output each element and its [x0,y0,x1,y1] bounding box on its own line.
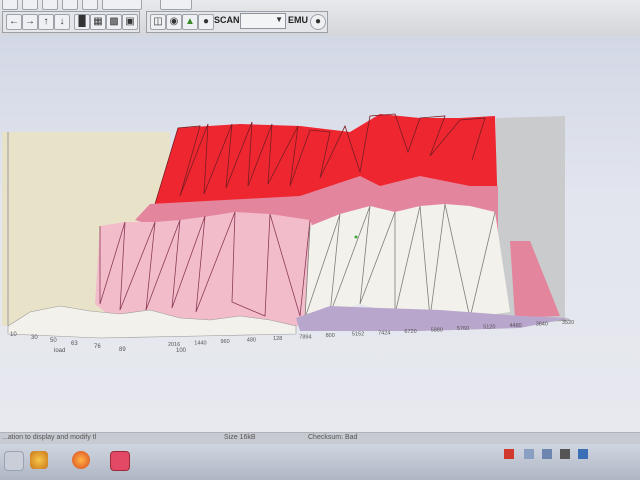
warning-icon[interactable] [504,449,514,459]
z-tick-label: 5120 [483,324,495,330]
z-tick-label: 3840 [536,322,548,328]
z-tick-label: 480 [247,338,256,344]
grid-icon[interactable]: ▦ [90,14,106,30]
taskbar [0,444,640,480]
graph-icon[interactable]: ▲ [182,14,198,30]
arrow-right-icon[interactable]: → [22,14,38,30]
surface-3d-chart: 10 30 50 63 76 89 load 2016 1440 960 480 128 7894 8… [2,113,574,354]
save-icon[interactable]: ▣ [122,14,138,30]
toolbar-field[interactable] [160,0,192,10]
status-checksum: Checksum: Bad [308,434,358,441]
z-tick-label: 1440 [194,341,206,347]
z-tick-label: 128 [273,336,282,342]
x-tick-label: 50 [50,338,57,344]
toolbar-field[interactable] [102,0,142,10]
chevron-down-icon: ▼ [275,15,283,24]
z-tick-label: 5760 [457,326,469,332]
volume-icon[interactable] [560,449,570,459]
z-tick-label: 7424 [378,330,390,336]
x-tick-label: 76 [94,344,101,350]
z-tick-label: 5152 [352,332,364,338]
toolbar-button[interactable] [2,0,18,10]
arrow-up-icon[interactable]: ↑ [38,14,54,30]
x-tick-label: 30 [31,335,38,341]
arrow-left-icon[interactable]: ← [6,14,22,30]
record-icon[interactable]: ● [198,14,214,30]
table-icon[interactable]: ▩ [106,14,122,30]
x-tick-label: 10 [10,332,17,338]
z-tick-label: 800 [326,333,335,339]
toolbar: ← → ↑ ↓ █ ▦ ▩ ▣ ◫ ◉ ▲ ● SCAN ▼ EMU ● [0,0,640,37]
emu-label: EMU [288,15,308,25]
x-axis-label: load [54,348,65,354]
plot-area: 10 30 50 63 76 89 load 2016 1440 960 480 128 7894 8… [0,36,640,434]
status-size: Size 16kB [224,434,256,441]
toolbar-button[interactable] [42,0,58,10]
z-tick-label: 7894 [299,335,311,341]
language-icon[interactable] [578,449,588,459]
monitor-tray-icon[interactable] [524,449,534,459]
toolbar-button[interactable] [22,0,38,10]
emu-toggle-icon[interactable]: ● [310,14,326,30]
x-tick-label: 89 [119,347,126,353]
monitor-icon[interactable]: ◫ [150,14,166,30]
arrow-down-icon[interactable]: ↓ [54,14,70,30]
status-left-text: ...ation to display and modify tl [2,434,97,441]
network-icon[interactable] [542,449,552,459]
start-button[interactable] [4,451,24,471]
z-extra-label: 100 [176,348,187,354]
lock-icon[interactable]: ◉ [166,14,182,30]
scan-label: SCAN [214,15,240,25]
cursor-marker [354,235,358,239]
block-icon[interactable]: █ [74,14,90,30]
app-icon[interactable] [110,451,130,471]
browser-icon[interactable] [72,451,90,469]
z-tick-label: 4480 [510,323,522,329]
z-tick-label: 960 [221,339,230,345]
toolbar-button[interactable] [62,0,78,10]
toolbar-button[interactable] [82,0,98,10]
z-tick-label: 3520 [562,320,574,326]
system-tray [480,444,640,464]
z-tick-label: 5880 [431,327,443,333]
scan-select[interactable]: ▼ [240,13,286,29]
x-tick-label: 63 [71,341,78,347]
folder-icon[interactable] [30,451,48,469]
z-tick-label: 6720 [404,329,416,335]
